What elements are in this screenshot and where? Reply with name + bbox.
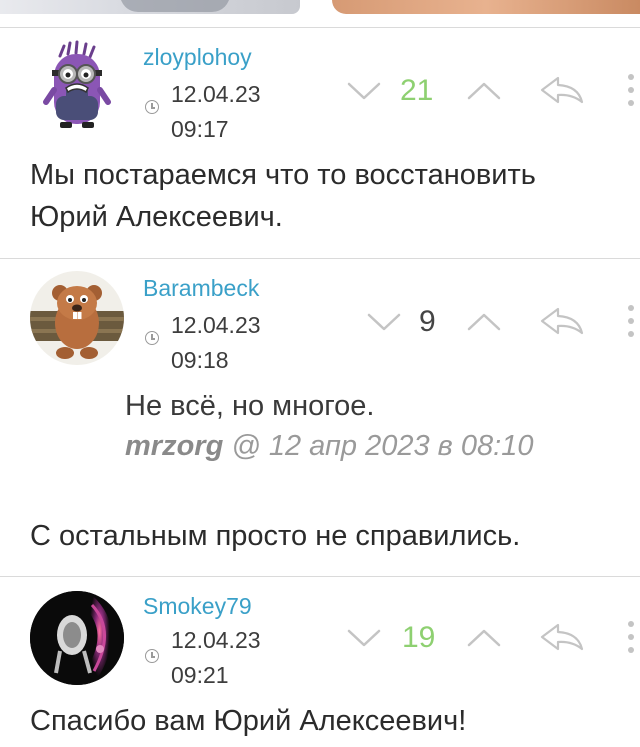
comment-text: С остальным просто не справились.	[30, 515, 520, 557]
minion-avatar-image	[43, 40, 111, 128]
reply-icon[interactable]	[538, 621, 586, 653]
upvote-icon[interactable]	[466, 311, 502, 333]
comment-text: Спасибо вам Юрий Алексеевич!	[30, 700, 466, 742]
more-icon[interactable]	[626, 72, 636, 108]
comment-date: 12.04.23	[171, 312, 261, 338]
previous-post-images	[0, 0, 640, 18]
comment-text-line: Спасибо вам Юрий Алексеевич!	[30, 705, 467, 737]
username-link[interactable]: zloyplohoy	[143, 44, 252, 71]
comment-score: 21	[400, 74, 434, 107]
avatar[interactable]	[30, 40, 124, 134]
downvote-icon[interactable]	[346, 627, 382, 649]
more-icon[interactable]	[626, 303, 636, 339]
comment-score: 9	[419, 305, 436, 338]
comment: zloyplohoy 12.04.23 09:17 21 Мы постарае…	[0, 27, 640, 258]
comment-text-line: С остальным просто не справились.	[30, 520, 521, 552]
avatar[interactable]	[30, 271, 124, 365]
upvote-icon[interactable]	[466, 80, 502, 102]
username-link[interactable]: Barambeck	[143, 275, 259, 302]
reply-icon[interactable]	[538, 305, 586, 337]
clock-icon	[145, 100, 159, 114]
reply-icon[interactable]	[538, 74, 586, 106]
comment-text-line: Юрий Алексеевич.	[30, 201, 283, 233]
clock-icon	[145, 649, 159, 663]
previous-post-image-right[interactable]	[332, 0, 640, 14]
space-avatar-image	[30, 591, 124, 685]
quote-reference: mrzorg @ 12 апр 2023 в 08:10	[125, 430, 533, 463]
previous-post-image-left[interactable]	[0, 0, 300, 14]
comment-score: 19	[402, 621, 436, 654]
quote-author-link[interactable]: mrzorg	[125, 430, 223, 462]
beaver-avatar-image	[30, 285, 124, 359]
downvote-icon[interactable]	[346, 80, 382, 102]
comment-time: 09:21	[171, 662, 229, 688]
downvote-icon[interactable]	[366, 311, 402, 333]
comment-text-line: Мы постараемся что то восстановить	[30, 159, 536, 191]
comment: Smokey79 12.04.23 09:21 19 Спасибо вам Ю…	[0, 576, 640, 747]
upvote-icon[interactable]	[466, 627, 502, 649]
comment-time: 09:17	[171, 116, 229, 142]
quote-timestamp-link[interactable]: @ 12 апр 2023 в 08:10	[231, 430, 533, 462]
quoted-text: Не всё, но многое.	[125, 390, 375, 422]
username-link[interactable]: Smokey79	[143, 593, 252, 620]
more-icon[interactable]	[626, 619, 636, 655]
clock-icon	[145, 331, 159, 345]
avatar[interactable]	[30, 591, 124, 685]
comment-date: 12.04.23	[171, 627, 261, 653]
comment: Barambeck 12.04.23 09:18 9 Не всё, но мн…	[0, 258, 640, 576]
comment-text: Мы постараемся что то восстановить Юрий …	[30, 154, 536, 238]
comment-time: 09:18	[171, 347, 229, 373]
comment-date: 12.04.23	[171, 81, 261, 107]
